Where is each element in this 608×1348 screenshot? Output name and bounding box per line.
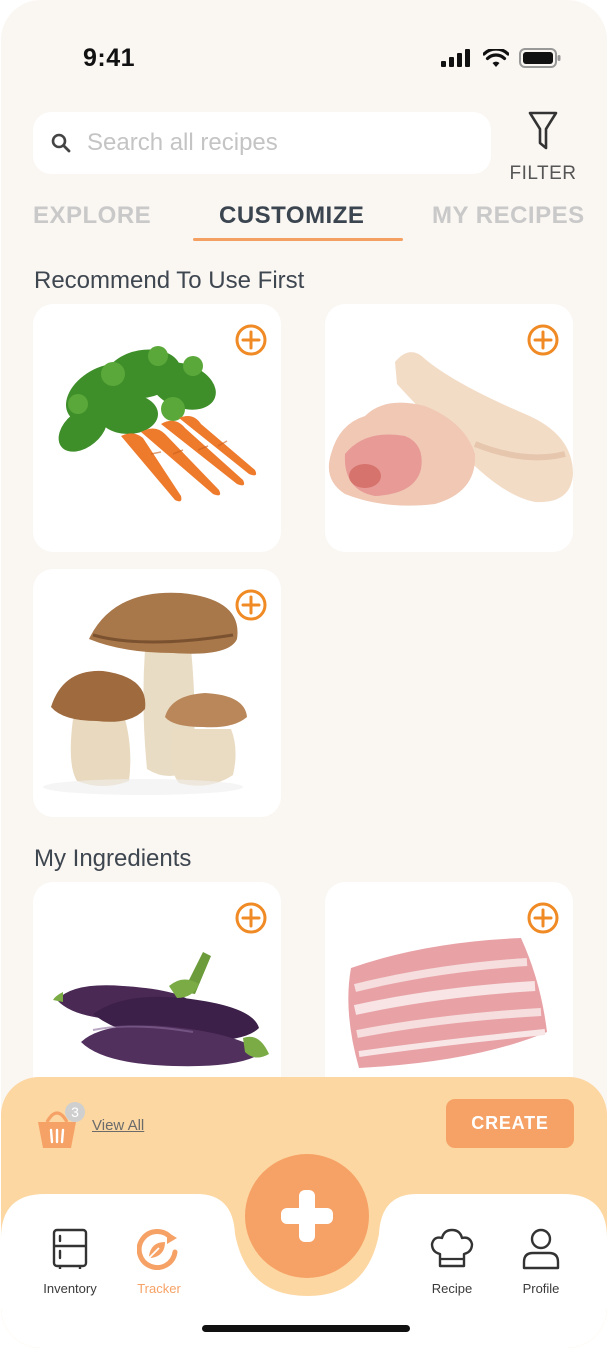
add-circle-icon[interactable]: [235, 902, 267, 934]
nav-label-tracker: Tracker: [137, 1281, 181, 1296]
fridge-icon: [52, 1228, 88, 1269]
create-button[interactable]: CREATE: [446, 1099, 574, 1148]
search-input[interactable]: [87, 129, 447, 157]
tab-customize[interactable]: CUSTOMIZE: [219, 202, 364, 230]
nav-label-inventory: Inventory: [43, 1281, 97, 1296]
search-icon: [51, 133, 71, 153]
add-circle-icon[interactable]: [527, 324, 559, 356]
status-icons: [441, 48, 561, 68]
phone-screen: 9:41 FILTER EXPLORE: [1, 0, 607, 1348]
profile-icon: [522, 1228, 560, 1270]
basket-count-badge: 3: [65, 1102, 85, 1122]
tracker-icon: [136, 1229, 178, 1270]
ingredient-card-carrots[interactable]: [33, 304, 281, 552]
status-time: 9:41: [83, 44, 136, 72]
home-indicator: [202, 1325, 410, 1332]
add-fab-button[interactable]: [245, 1154, 369, 1278]
section-title-my-ingredients: My Ingredients: [34, 845, 192, 872]
active-tab-indicator: [193, 238, 403, 241]
add-circle-icon[interactable]: [235, 324, 267, 356]
plus-icon: [281, 1190, 333, 1242]
battery-icon: [519, 48, 561, 68]
nav-label-recipe: Recipe: [431, 1281, 473, 1296]
add-circle-icon[interactable]: [235, 589, 267, 621]
filter-button[interactable]: FILTER: [509, 110, 577, 185]
search-bar[interactable]: [33, 112, 491, 174]
cellular-signal-icon: [441, 49, 470, 67]
tab-my-recipes[interactable]: MY RECIPES: [432, 202, 585, 230]
add-circle-icon[interactable]: [527, 902, 559, 934]
tab-explore[interactable]: EXPLORE: [33, 202, 151, 230]
nav-item-profile[interactable]: Profile: [501, 1228, 581, 1296]
nav-label-profile: Profile: [522, 1281, 560, 1296]
ingredient-card-mushrooms[interactable]: [33, 569, 281, 817]
chef-hat-icon: [430, 1228, 474, 1268]
ingredient-card-chicken[interactable]: [325, 304, 573, 552]
wifi-icon: [483, 48, 509, 67]
view-all-link[interactable]: View All: [92, 1117, 144, 1134]
nav-item-inventory[interactable]: Inventory: [30, 1228, 110, 1296]
nav-item-recipe[interactable]: Recipe: [412, 1228, 492, 1296]
section-title-recommend: Recommend To Use First: [34, 267, 305, 294]
nav-item-tracker[interactable]: Tracker: [119, 1228, 199, 1296]
filter-icon: [528, 111, 558, 150]
filter-label: FILTER: [509, 163, 577, 184]
